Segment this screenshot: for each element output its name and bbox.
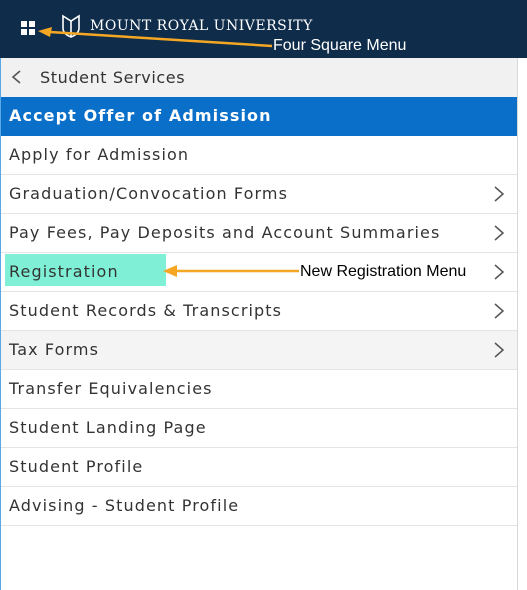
annotation-arrow-registration (163, 265, 299, 277)
menu-item-apply-admission[interactable]: Apply for Admission (1, 136, 517, 175)
menu-item-label: Student Landing Page (9, 418, 207, 437)
service-menu: Accept Offer of Admission Apply for Admi… (1, 97, 517, 526)
menu-item-graduation-forms[interactable]: Graduation/Convocation Forms (1, 175, 517, 214)
chevron-right-icon (494, 303, 505, 319)
menu-item-label: Student Records & Transcripts (9, 301, 283, 320)
main-panel: Student Services Accept Offer of Admissi… (0, 58, 518, 590)
chevron-right-icon (494, 264, 505, 280)
annotation-four-square-menu: Four Square Menu (273, 37, 407, 54)
menu-item-label: Student Profile (9, 457, 144, 476)
menu-item-label: Apply for Admission (9, 145, 190, 164)
annotation-new-registration-menu: New Registration Menu (300, 263, 467, 280)
menu-item-student-records[interactable]: Student Records & Transcripts (1, 292, 517, 331)
nav-title: Student Services (40, 68, 186, 87)
four-square-grid-icon[interactable] (21, 21, 35, 35)
menu-item-label: Graduation/Convocation Forms (9, 184, 289, 203)
menu-item-label: Tax Forms (9, 340, 100, 359)
menu-item-registration[interactable]: Registration New Registration Menu (1, 253, 517, 292)
menu-item-transfer-equivalencies[interactable]: Transfer Equivalencies (1, 370, 517, 409)
chevron-right-icon (494, 225, 505, 241)
chevron-left-icon[interactable] (10, 70, 24, 84)
menu-item-tax-forms[interactable]: Tax Forms (1, 331, 517, 370)
menu-item-label: Pay Fees, Pay Deposits and Account Summa… (9, 223, 441, 242)
menu-item-label: Registration (9, 262, 119, 281)
chevron-right-icon (494, 186, 505, 202)
annotation-arrow-four-square (38, 27, 273, 48)
menu-item-advising-profile[interactable]: Advising - Student Profile (1, 487, 517, 526)
back-nav-row[interactable]: Student Services (1, 58, 517, 98)
menu-item-label: Accept Offer of Admission (9, 106, 272, 125)
menu-item-accept-offer[interactable]: Accept Offer of Admission (1, 97, 517, 136)
app-header: MOUNT ROYAL UNIVERSITY Four Square Menu (0, 0, 527, 58)
menu-item-pay-fees[interactable]: Pay Fees, Pay Deposits and Account Summa… (1, 214, 517, 253)
menu-item-label: Advising - Student Profile (9, 496, 240, 515)
menu-item-student-profile[interactable]: Student Profile (1, 448, 517, 487)
menu-item-label: Transfer Equivalencies (9, 379, 213, 398)
chevron-right-icon (494, 342, 505, 358)
menu-item-student-landing[interactable]: Student Landing Page (1, 409, 517, 448)
